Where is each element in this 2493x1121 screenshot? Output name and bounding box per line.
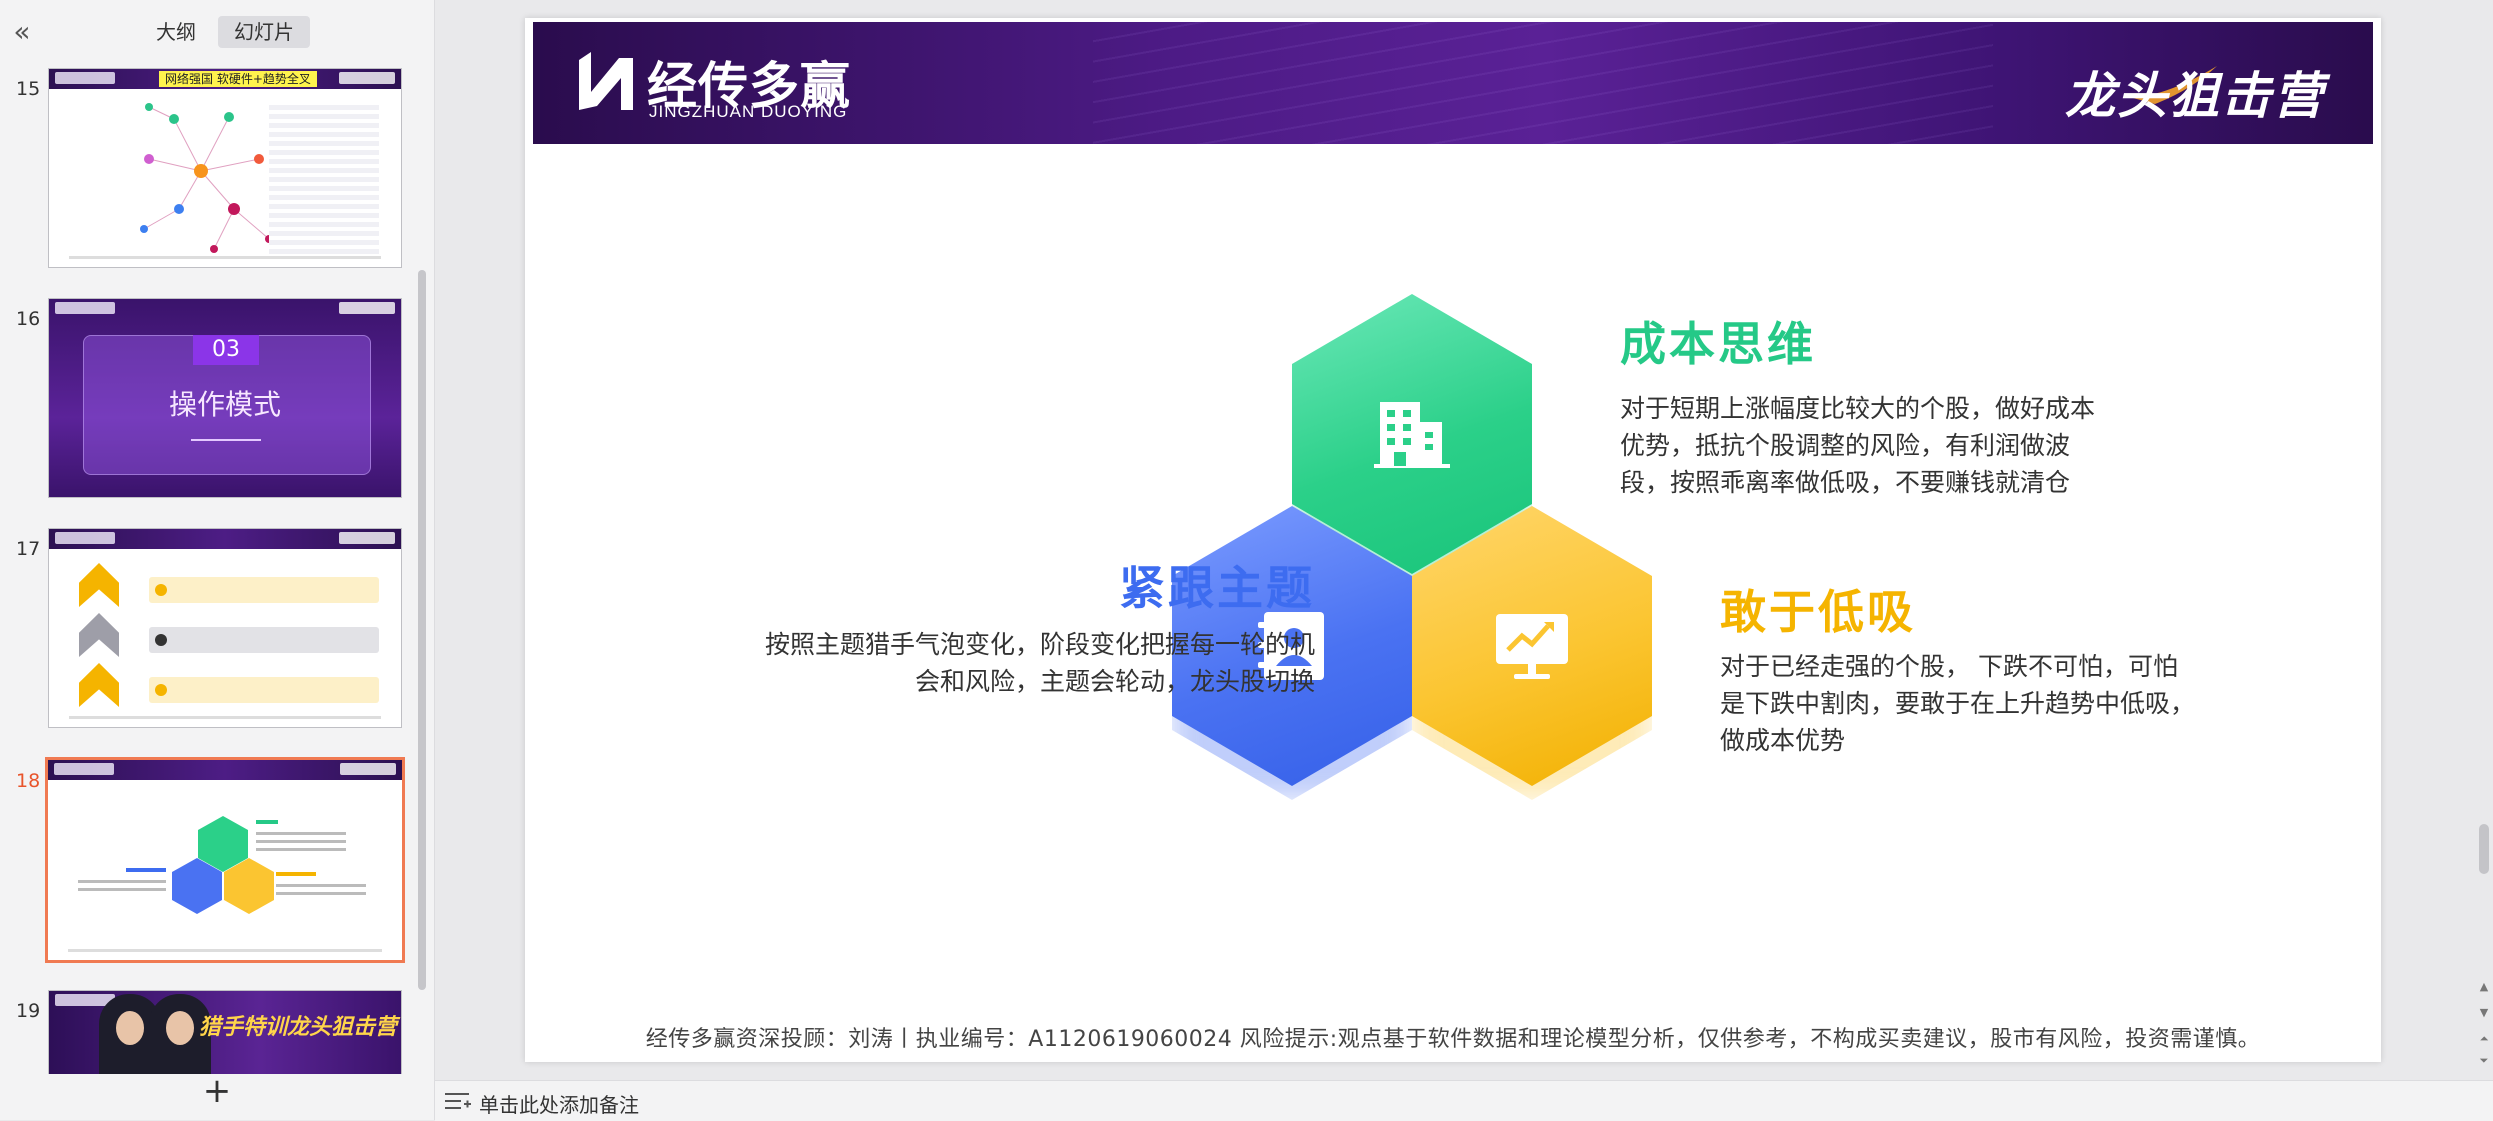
thumb-face	[116, 1011, 144, 1045]
thumb-divider	[191, 439, 261, 441]
tab-slides[interactable]: 幻灯片	[218, 16, 310, 48]
thumb-brand	[340, 763, 396, 775]
thumb-heading-cost	[256, 820, 278, 824]
thumb-brand	[339, 302, 395, 314]
slide-thumbnail-16[interactable]: 03 操作模式	[48, 298, 402, 498]
heading-theme: 紧跟主题	[1119, 561, 1315, 615]
tab-outline[interactable]: 大纲	[140, 16, 212, 48]
thumb-footer	[69, 256, 381, 259]
thumb-text	[78, 880, 166, 883]
text-low: 对于已经走强的个股， 下跌不可怕，可怕是下跌中割肉，要敢于在上升趋势中低吸，做成…	[1720, 652, 2196, 755]
collapse-panel-icon[interactable]: «	[8, 18, 36, 46]
thumb-section-number: 03	[193, 335, 259, 365]
notes-placeholder[interactable]: 单击此处添加备注	[479, 1089, 639, 1118]
slide-number: 18	[16, 770, 41, 792]
slide-canvas[interactable]: 经传多赢 JINGZHUAN DUOYING 龙头狙击营 成本思维 对于短期上涨…	[525, 18, 2381, 1062]
text-cost: 对于短期上涨幅度比较大的个股，做好成本优势，抵抗个股调整的风险，有利润做波段，按…	[1620, 394, 2096, 497]
monitor-chart-icon	[1496, 614, 1568, 679]
thumb-logo	[55, 302, 115, 314]
scrollbar-thumb[interactable]	[2479, 824, 2489, 874]
slide-thumbnail-15[interactable]: 网络强国 软硬件+趋势全叉	[48, 68, 402, 268]
building-icon	[1374, 402, 1450, 468]
slide-number: 19	[16, 1000, 41, 1022]
view-tabs: 大纲 幻灯片	[140, 16, 310, 48]
thumb-title: 网络强国 软硬件+趋势全叉	[159, 71, 317, 87]
thumb-text-bar	[149, 627, 379, 653]
thumb-logo	[55, 532, 115, 544]
editor-scrollbar[interactable]: ▲ ▼ ⏶ ⏷	[2475, 0, 2493, 1080]
heading-low: 敢于低吸	[1720, 585, 1916, 639]
brand-title: 龙头狙击营	[2065, 67, 2325, 125]
slide-thumbnail-17[interactable]	[48, 528, 402, 728]
thumb-text	[256, 848, 346, 851]
thumb-logo	[55, 72, 115, 84]
slide-thumbnail-19[interactable]: 猎手特训龙头狙击营	[48, 990, 402, 1074]
thumb-text	[276, 884, 366, 887]
thumb-footer	[68, 949, 382, 952]
slide-editor: 经传多赢 JINGZHUAN DUOYING 龙头狙击营 成本思维 对于短期上涨…	[435, 0, 2493, 1080]
header-decoration	[1093, 22, 1993, 144]
logo-en: JINGZHUAN DUOYING	[649, 102, 848, 121]
logo-mark-icon	[579, 52, 633, 110]
thumb-bullet-icon	[155, 684, 167, 696]
notes-icon	[445, 1093, 471, 1109]
heading-cost: 成本思维	[1620, 317, 1816, 371]
scroll-up-icon[interactable]: ▲	[2477, 980, 2491, 994]
next-page-icon[interactable]: ⏷	[2477, 1054, 2491, 1068]
slide-number: 16	[16, 308, 41, 330]
thumb-text	[276, 892, 366, 895]
thumb-logo	[54, 763, 114, 775]
thumb-text	[78, 888, 166, 891]
thumb-face	[166, 1011, 194, 1045]
thumbnail-scrollbar[interactable]	[418, 270, 426, 990]
slide-number: 15	[16, 78, 41, 100]
thumb-heading-theme	[126, 868, 166, 872]
thumb-bullet-icon	[155, 634, 167, 646]
prev-page-icon[interactable]: ⏶	[2477, 1032, 2491, 1046]
slide-thumbnail-18[interactable]	[45, 757, 405, 963]
slide-header-banner: 经传多赢 JINGZHUAN DUOYING 龙头狙击营	[533, 22, 2373, 144]
scroll-down-icon[interactable]: ▼	[2477, 1006, 2491, 1020]
notes-bar[interactable]: 单击此处添加备注	[435, 1080, 2493, 1121]
thumb-text	[256, 832, 346, 835]
thumb-brand	[339, 72, 395, 84]
thumb-chevron-icon	[79, 663, 119, 707]
slide-panel: « 大纲 幻灯片 15 网络强国 软硬件+趋势全叉 16 03 操作模式 17 …	[0, 0, 435, 1120]
thumb-text-bar	[149, 677, 379, 703]
thumb-section-title: 操作模式	[168, 388, 281, 421]
slide-thumbnail-row-19: 19 猎手特训龙头狙击营	[0, 990, 434, 1074]
thumb-text	[256, 840, 346, 843]
thumb-title: 猎手特训龙头狙击营	[199, 1015, 398, 1040]
thumb-brand	[339, 532, 395, 544]
slide-number: 17	[16, 538, 41, 560]
thumb-text-bar	[149, 577, 379, 603]
thumb-chevron-icon	[79, 563, 119, 607]
thumb-bullet-icon	[155, 584, 167, 596]
thumb-table	[269, 105, 379, 255]
slide-footer-disclaimer: 经传多赢资深投顾：刘涛丨执业编号：A1120619060024 风险提示:观点基…	[645, 1027, 2261, 1052]
text-theme: 按照主题猎手气泡变化，阶段变化把握每一轮的机会和风险，主题会轮动，龙头股切换	[764, 630, 1315, 696]
thumb-heading-low	[276, 872, 316, 876]
thumb-chevron-icon	[79, 613, 119, 657]
add-slide-icon[interactable]: +	[200, 1074, 234, 1108]
network-graph	[140, 103, 273, 253]
thumb-footer	[69, 716, 381, 719]
